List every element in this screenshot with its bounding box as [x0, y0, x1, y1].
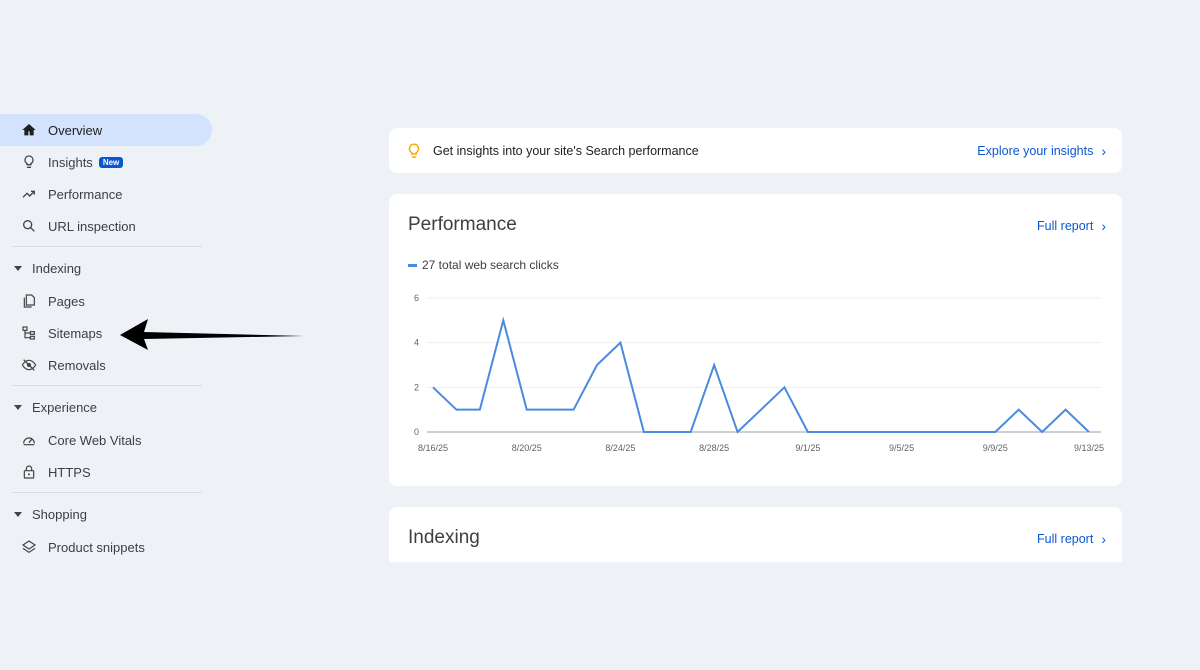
lock-icon — [20, 463, 38, 481]
y-tick-label: 4 — [414, 338, 419, 348]
sidebar-item-label: Performance — [48, 186, 123, 202]
indexing-card: Indexing Full report › — [389, 507, 1122, 562]
sidebar-item-pages[interactable]: Pages — [0, 285, 215, 317]
x-tick-label: 8/20/25 — [512, 443, 542, 453]
y-tick-label: 0 — [414, 427, 419, 437]
sidebar-item-label: Core Web Vitals — [48, 432, 142, 448]
sidebar-item-label: Product snippets — [48, 539, 145, 555]
divider — [12, 492, 202, 493]
new-badge: New — [98, 156, 124, 168]
home-icon — [20, 121, 38, 139]
x-tick-label: 8/24/25 — [605, 443, 635, 453]
sidebar-item-label: Overview — [48, 122, 103, 138]
caret-down-icon — [14, 265, 22, 271]
speedometer-icon — [20, 431, 38, 449]
insight-banner: Get insights into your site's Search per… — [389, 128, 1122, 173]
lightbulb-icon — [20, 153, 38, 171]
performance-chart: 0 2 4 6 8/16/25 8/20/25 8/24/25 8/28/25 9/1/25 9/… — [414, 293, 1104, 453]
section-experience[interactable]: Experience — [0, 390, 215, 424]
series-line — [432, 316, 1090, 434]
sidebar-item-insights[interactable]: Insights New — [0, 146, 215, 178]
x-tick-label: 8/16/25 — [418, 443, 448, 453]
caret-down-icon — [14, 404, 22, 410]
section-shopping[interactable]: Shopping — [0, 497, 215, 531]
sidebar-item-label: Insights — [48, 154, 93, 170]
chevron-right-icon: › — [1101, 142, 1106, 159]
chevron-right-icon: › — [1101, 531, 1106, 547]
eye-off-icon — [20, 356, 38, 374]
divider — [12, 385, 202, 386]
section-label: Shopping — [32, 506, 87, 522]
explore-insights-link[interactable]: Explore your insights › — [977, 143, 1106, 159]
sidebar-item-label: HTTPS — [48, 464, 91, 480]
x-tick-label: 9/1/25 — [795, 443, 820, 453]
section-label: Indexing — [32, 260, 82, 276]
sidebar-item-label: URL inspection — [48, 218, 136, 234]
x-tick-label: 9/9/25 — [983, 443, 1008, 453]
full-report-label: Full report — [1037, 532, 1094, 546]
annotation-arrow — [120, 319, 304, 350]
x-tick-label: 8/28/25 — [699, 443, 729, 453]
sidebar-item-product-snippets[interactable]: Product snippets — [0, 531, 215, 563]
section-indexing[interactable]: Indexing — [0, 251, 215, 285]
indexing-title: Indexing — [408, 527, 480, 548]
search-icon — [20, 217, 38, 235]
section-label: Experience — [32, 399, 98, 415]
x-tick-label: 9/13/25 — [1074, 443, 1104, 453]
sidebar-item-label: Removals — [48, 357, 106, 373]
sitemap-icon — [20, 324, 38, 342]
sidebar-item-core-web-vitals[interactable]: Core Web Vitals — [0, 424, 215, 456]
sidebar-item-label: Pages — [48, 293, 85, 309]
y-tick-label: 2 — [414, 382, 419, 392]
sidebar-item-url-inspection[interactable]: URL inspection — [0, 210, 215, 242]
sidebar-item-performance[interactable]: Performance — [0, 178, 215, 210]
caret-down-icon — [14, 511, 22, 517]
divider — [12, 246, 202, 247]
explore-insights-label: Explore your insights — [977, 143, 1094, 158]
indexing-full-report-link[interactable]: Full report › — [1037, 531, 1106, 547]
trending-up-icon — [20, 185, 38, 203]
sidebar-item-overview[interactable]: Overview — [0, 114, 212, 146]
sidebar-item-https[interactable]: HTTPS — [0, 456, 215, 488]
pages-icon — [20, 292, 38, 310]
layers-icon — [20, 538, 38, 556]
y-tick-label: 6 — [414, 293, 419, 303]
x-tick-label: 9/5/25 — [889, 443, 914, 453]
lightbulb-icon — [408, 143, 420, 158]
sidebar-item-label: Sitemaps — [48, 325, 103, 341]
insight-text: Get insights into your site's Search per… — [433, 143, 699, 158]
performance-card: Performance Full report › 27 total web s… — [389, 194, 1122, 486]
